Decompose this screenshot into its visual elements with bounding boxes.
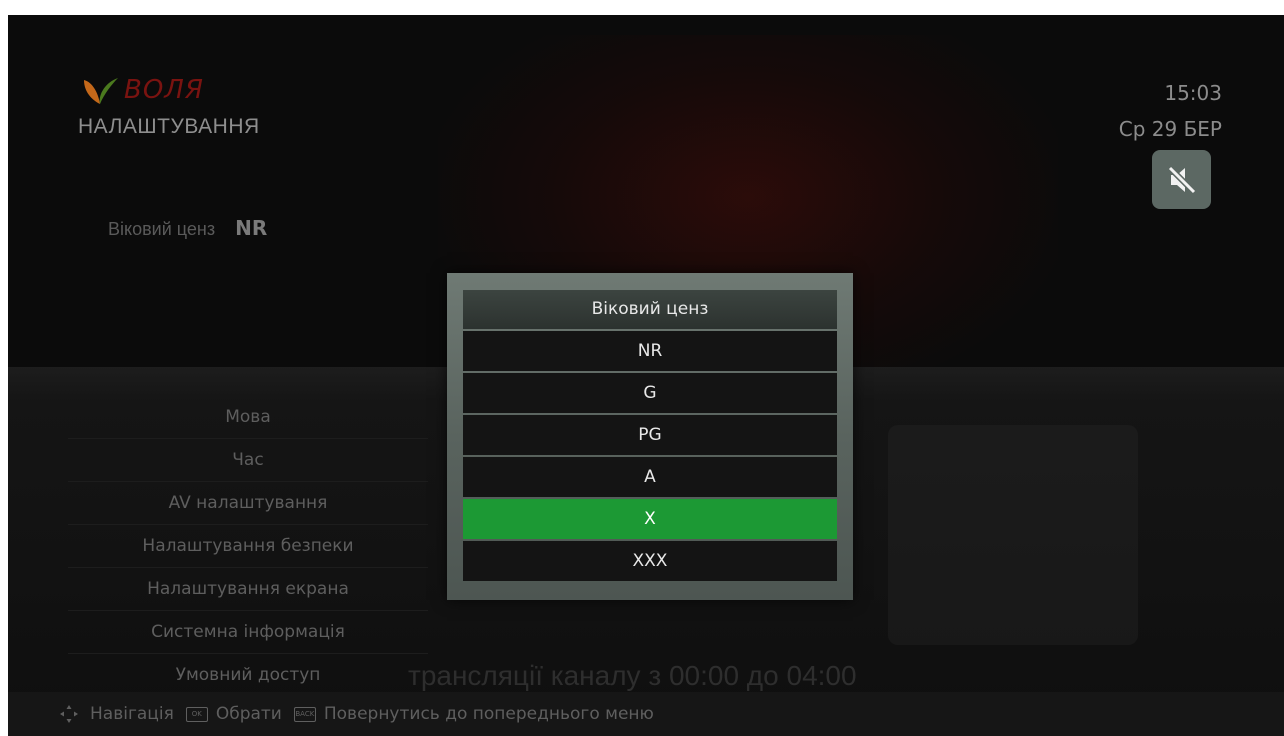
settings-menu: Мова Час AV налаштування Налаштування бе…: [68, 396, 428, 697]
date: Ср 29 БЕР: [1118, 117, 1222, 141]
background-ticker-text: трансляції каналу з 00:00 до 04:00: [408, 660, 857, 691]
age-rating-row: Віковий ценз NR: [108, 216, 267, 240]
background-panel: [888, 425, 1138, 645]
age-rating-options: NR G PG A X XXX: [463, 331, 837, 583]
option-a[interactable]: A: [463, 457, 837, 497]
speaker-muted-icon: [1167, 165, 1196, 194]
tv-screen: ВОЛЯ НАЛАШТУВАННЯ 15:03 Ср 29 БЕР Вікови…: [8, 15, 1284, 736]
age-rating-dialog: Віковий ценз NR G PG A X XXX: [447, 273, 853, 600]
hint-back: Повернутись до попереднього меню: [323, 704, 654, 724]
ok-key-icon: OK: [185, 706, 208, 722]
option-g[interactable]: G: [463, 373, 837, 413]
footer-hints: Навігація OK Обрати BACK Повернутись до …: [8, 692, 1284, 736]
back-key-icon: BACK: [293, 706, 316, 722]
hint-select: Обрати: [215, 704, 282, 724]
navigation-arrows-icon: [58, 703, 80, 725]
age-rating-value: NR: [235, 216, 268, 240]
mute-button[interactable]: [1152, 150, 1211, 209]
option-xxx[interactable]: XXX: [463, 541, 837, 581]
option-pg[interactable]: PG: [463, 415, 837, 455]
menu-item-conditional-access[interactable]: Умовний доступ: [68, 654, 428, 697]
hint-navigation: Навігація: [90, 704, 174, 724]
menu-item-security-settings[interactable]: Налаштування безпеки: [68, 525, 428, 568]
menu-item-screen-settings[interactable]: Налаштування екрана: [68, 568, 428, 611]
leaf-logo-icon: [84, 78, 118, 104]
age-rating-label: Віковий ценз: [108, 219, 216, 239]
page-title: НАЛАШТУВАННЯ: [78, 115, 260, 138]
brand-logo: ВОЛЯ: [78, 73, 204, 107]
option-x[interactable]: X: [463, 499, 837, 539]
brand-name: ВОЛЯ: [124, 75, 204, 105]
dialog-title: Віковий ценз: [463, 290, 837, 329]
option-nr[interactable]: NR: [463, 331, 837, 371]
menu-item-time[interactable]: Час: [68, 439, 428, 482]
menu-item-av-settings[interactable]: AV налаштування: [68, 482, 428, 525]
menu-item-system-info[interactable]: Системна інформація: [68, 611, 428, 654]
menu-item-language[interactable]: Мова: [68, 396, 428, 439]
clock: 15:03: [1164, 81, 1222, 105]
